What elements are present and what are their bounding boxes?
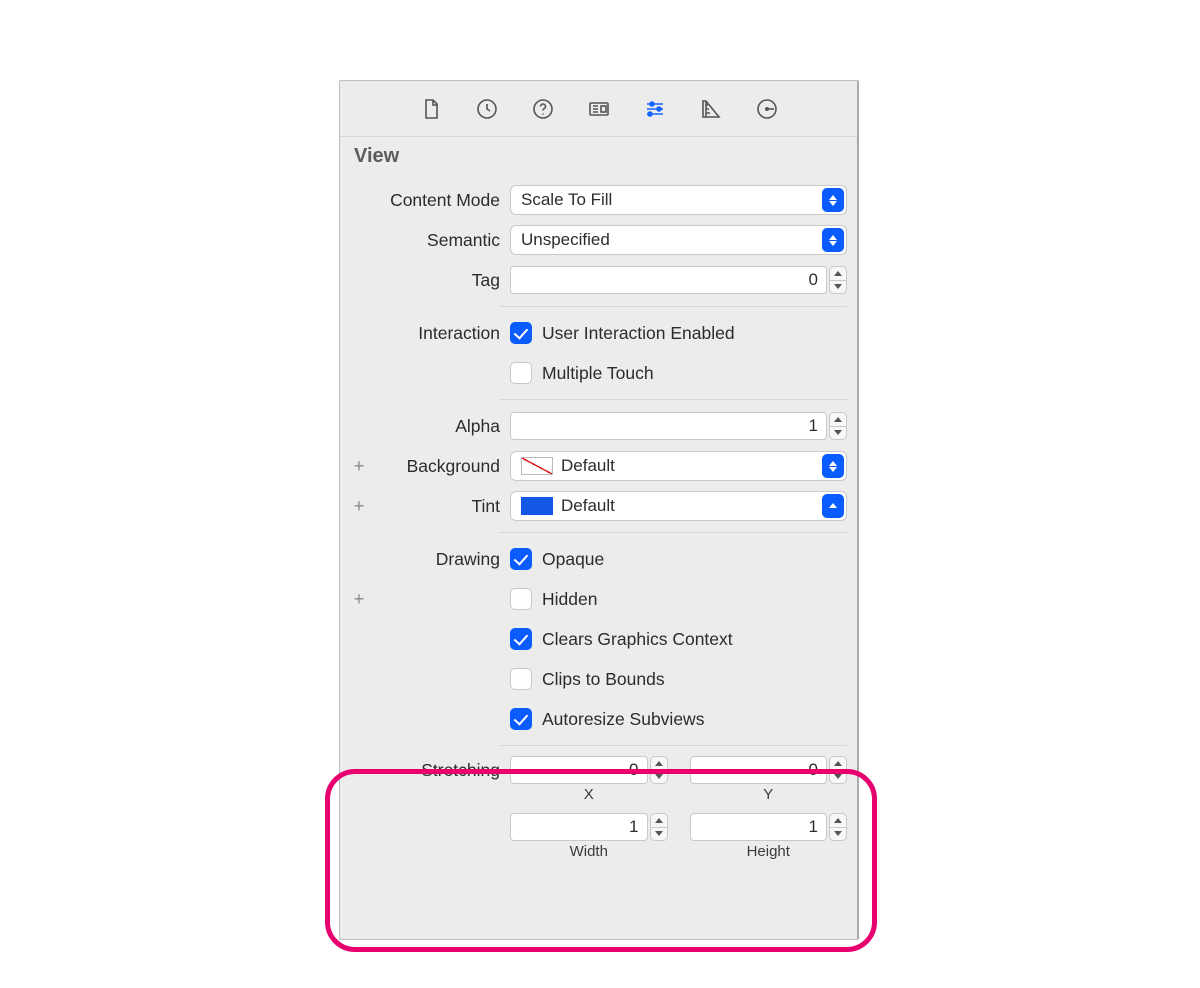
background-label: Background: [378, 456, 500, 477]
attributes-inspector-tab[interactable]: [641, 95, 669, 123]
user-interaction-text: User Interaction Enabled: [542, 323, 735, 344]
connections-inspector-tab[interactable]: [753, 95, 781, 123]
background-value: Default: [561, 456, 615, 476]
semantic-value: Unspecified: [521, 230, 610, 250]
tag-stepper[interactable]: [829, 266, 847, 294]
id-card-icon: [587, 97, 611, 121]
attributes-inspector-panel: View Content Mode Scale To Fill Semantic…: [339, 80, 859, 940]
stretching-x-sublabel: X: [584, 786, 594, 803]
document-icon: [419, 97, 443, 121]
stretching-height-field[interactable]: 1: [690, 813, 828, 841]
tint-color-popup[interactable]: Default: [510, 491, 847, 521]
stretching-width-field[interactable]: 1: [510, 813, 648, 841]
stretching-y-stepper[interactable]: [829, 756, 847, 784]
add-drawing-variant-button[interactable]: +: [350, 590, 368, 608]
multiple-touch-checkbox[interactable]: [510, 362, 532, 384]
alpha-field[interactable]: 1: [510, 412, 827, 440]
drawing-label: Drawing: [378, 549, 500, 570]
inspector-tabbar: [340, 81, 857, 137]
interaction-label: Interaction: [378, 323, 500, 344]
stretching-width-sublabel: Width: [570, 843, 608, 860]
stretching-y-field[interactable]: 0: [690, 756, 828, 784]
tint-label: Tint: [378, 496, 500, 517]
user-interaction-checkbox[interactable]: [510, 322, 532, 344]
content-mode-popup[interactable]: Scale To Fill: [510, 185, 847, 215]
content-mode-label: Content Mode: [378, 190, 500, 211]
tag-field[interactable]: 0: [510, 266, 827, 294]
multiple-touch-text: Multiple Touch: [542, 363, 654, 384]
stretching-height-sublabel: Height: [747, 843, 790, 860]
chevron-up-down-icon: [822, 454, 844, 478]
clears-graphics-checkbox[interactable]: [510, 628, 532, 650]
size-inspector-tab[interactable]: [697, 95, 725, 123]
add-tint-variant-button[interactable]: +: [350, 497, 368, 515]
stretching-y-sublabel: Y: [763, 786, 773, 803]
hidden-text: Hidden: [542, 589, 597, 610]
color-swatch-blue-icon: [521, 497, 553, 515]
clock-icon: [475, 97, 499, 121]
clips-to-bounds-text: Clips to Bounds: [542, 669, 665, 690]
semantic-popup[interactable]: Unspecified: [510, 225, 847, 255]
history-inspector-tab[interactable]: [473, 95, 501, 123]
identity-inspector-tab[interactable]: [585, 95, 613, 123]
connection-icon: [755, 97, 779, 121]
add-background-variant-button[interactable]: +: [350, 457, 368, 475]
file-inspector-tab[interactable]: [417, 95, 445, 123]
tag-label: Tag: [378, 270, 500, 291]
color-swatch-none-icon: [521, 457, 553, 475]
autoresize-text: Autoresize Subviews: [542, 709, 704, 730]
content-mode-value: Scale To Fill: [521, 190, 612, 210]
help-inspector-tab[interactable]: [529, 95, 557, 123]
semantic-label: Semantic: [378, 230, 500, 251]
chevron-up-down-icon: [822, 494, 844, 518]
sliders-icon: [643, 97, 667, 121]
clears-graphics-text: Clears Graphics Context: [542, 629, 733, 650]
section-title: View: [340, 137, 857, 172]
hidden-checkbox[interactable]: [510, 588, 532, 610]
stretching-width-stepper[interactable]: [650, 813, 668, 841]
chevron-up-down-icon: [822, 188, 844, 212]
ruler-icon: [699, 97, 723, 121]
stretching-x-field[interactable]: 0: [510, 756, 648, 784]
stretching-x-stepper[interactable]: [650, 756, 668, 784]
tint-value: Default: [561, 496, 615, 516]
question-icon: [531, 97, 555, 121]
stretching-label: Stretching: [378, 756, 500, 781]
opaque-checkbox[interactable]: [510, 548, 532, 570]
stretching-height-stepper[interactable]: [829, 813, 847, 841]
alpha-label: Alpha: [378, 416, 500, 437]
autoresize-checkbox[interactable]: [510, 708, 532, 730]
background-color-popup[interactable]: Default: [510, 451, 847, 481]
view-properties: Content Mode Scale To Fill Semantic Unsp…: [340, 172, 857, 872]
opaque-text: Opaque: [542, 549, 604, 570]
clips-to-bounds-checkbox[interactable]: [510, 668, 532, 690]
chevron-up-down-icon: [822, 228, 844, 252]
alpha-stepper[interactable]: [829, 412, 847, 440]
